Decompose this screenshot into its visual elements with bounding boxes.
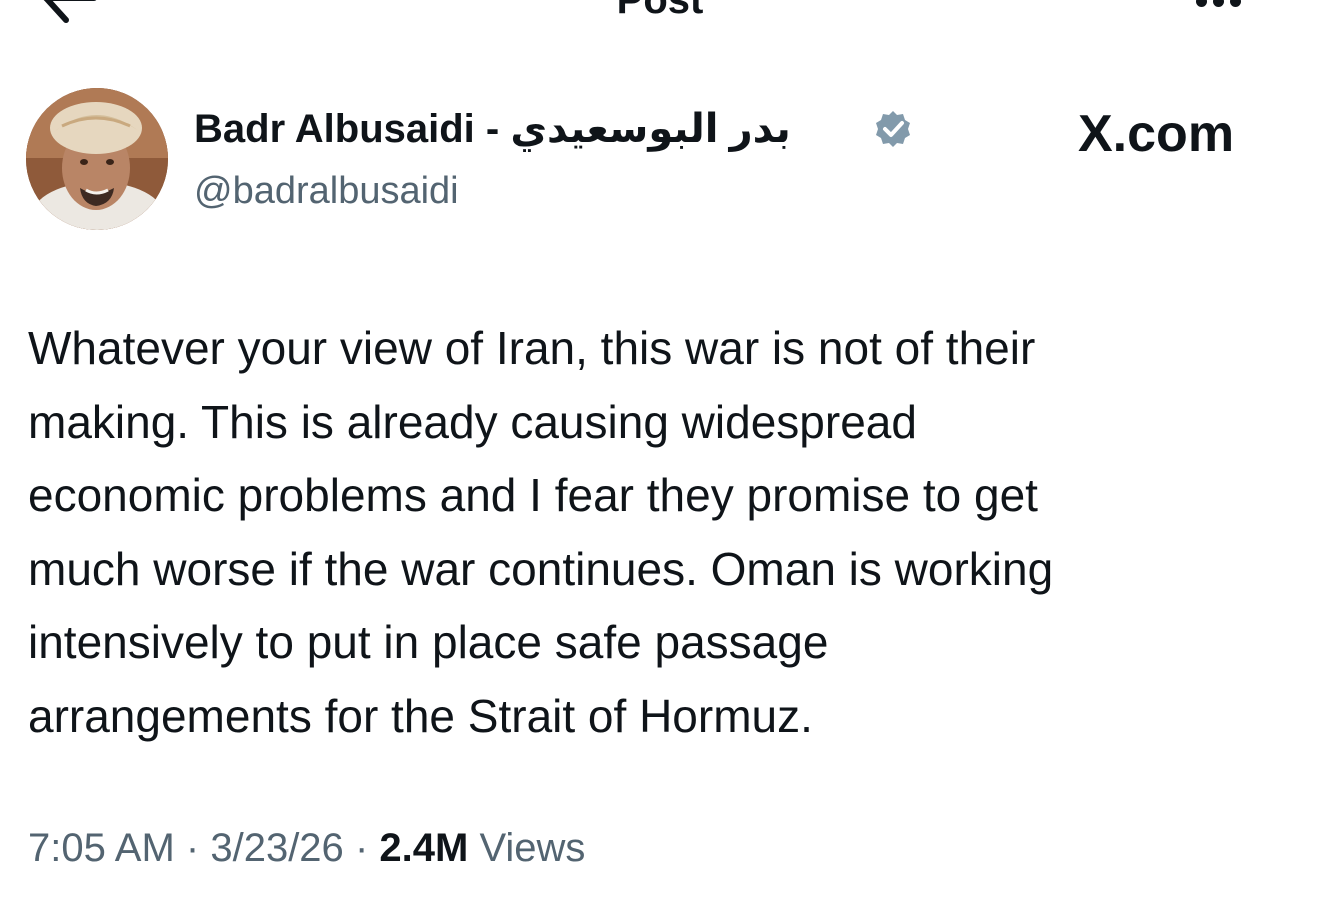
more-options-button[interactable] (1196, 0, 1254, 10)
views-label: Views (479, 826, 586, 870)
post-page: Post Badr Albusaidi - بدر البوسعيدي @bad… (0, 0, 1320, 910)
top-navigation-bar: Post (0, 0, 1320, 40)
avatar[interactable] (26, 88, 168, 230)
author-handle[interactable]: @badralbusaidi (194, 170, 459, 213)
post-metadata: 7:05 AM · 3/23/26 · 2.4M Views (28, 826, 585, 871)
author-name[interactable]: Badr Albusaidi - بدر البوسعيدي (194, 106, 791, 152)
meta-separator: · (354, 826, 369, 870)
page-title: Post (616, 0, 704, 22)
source-watermark: X.com (1078, 105, 1235, 163)
views-count: 2.4M (379, 826, 469, 870)
post-text: Whatever your view of Iran, this war is … (28, 322, 1054, 742)
more-horizontal-icon-dot (1230, 0, 1241, 7)
meta-separator: · (185, 826, 200, 870)
post-time[interactable]: 7:05 AM (28, 826, 175, 870)
post-date[interactable]: 3/23/26 (210, 826, 343, 870)
more-horizontal-icon-dot (1213, 0, 1224, 7)
verified-badge-icon (873, 109, 913, 149)
avatar-photo (26, 88, 168, 230)
more-horizontal-icon (1196, 0, 1207, 7)
post-author: Badr Albusaidi - بدر البوسعيدي @badralbu… (26, 88, 1286, 230)
